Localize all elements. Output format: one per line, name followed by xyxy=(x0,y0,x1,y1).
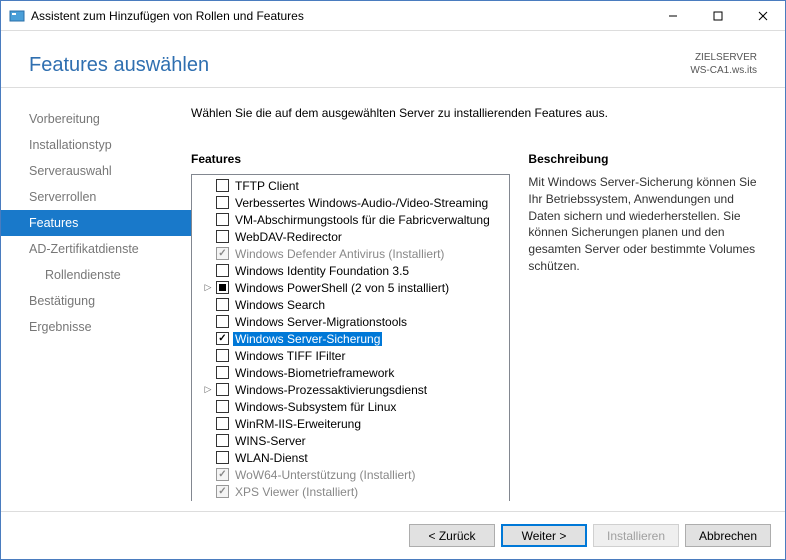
target-server-label: ZIELSERVER xyxy=(690,51,757,64)
feature-row[interactable]: Windows Defender Antivirus (Installiert) xyxy=(192,245,509,262)
feature-label[interactable]: Windows Identity Foundation 3.5 xyxy=(233,264,411,278)
page-title: Features auswählen xyxy=(29,54,209,77)
feature-label[interactable]: Windows-Subsystem für Linux xyxy=(233,400,398,414)
description-column: Beschreibung Mit Windows Server-Sicherun… xyxy=(528,152,765,501)
footer: < Zurück Weiter > Installieren Abbrechen xyxy=(1,511,785,559)
maximize-button[interactable] xyxy=(695,1,740,30)
feature-checkbox[interactable] xyxy=(216,315,229,328)
sidebar-item-vorbereitung[interactable]: Vorbereitung xyxy=(1,106,191,132)
feature-checkbox[interactable] xyxy=(216,179,229,192)
cancel-button[interactable]: Abbrechen xyxy=(685,524,771,547)
features-column: Features TFTP Client Verbessertes Windows… xyxy=(191,152,510,501)
sidebar-item-installationstyp[interactable]: Installationstyp xyxy=(1,132,191,158)
sidebar-item-serverauswahl[interactable]: Serverauswahl xyxy=(1,158,191,184)
feature-row[interactable]: Windows-Subsystem für Linux xyxy=(192,398,509,415)
feature-row[interactable]: WinRM-IIS-Erweiterung xyxy=(192,415,509,432)
feature-row[interactable]: TFTP Client xyxy=(192,177,509,194)
feature-row[interactable]: ▷ Windows-Prozessaktivierungsdienst xyxy=(192,381,509,398)
wizard-window: Assistent zum Hinzufügen von Rollen und … xyxy=(0,0,786,560)
sidebar-item-features[interactable]: Features xyxy=(1,210,191,236)
feature-row[interactable]: WINS-Server xyxy=(192,432,509,449)
feature-checkbox[interactable] xyxy=(216,230,229,243)
feature-checkbox[interactable] xyxy=(216,298,229,311)
feature-label[interactable]: TFTP Client xyxy=(233,179,301,193)
feature-row[interactable]: Verbessertes Windows-Audio-/Video-Stream… xyxy=(192,194,509,211)
feature-label[interactable]: WinRM-IIS-Erweiterung xyxy=(233,417,363,431)
feature-row[interactable]: Windows Search xyxy=(192,296,509,313)
titlebar: Assistent zum Hinzufügen von Rollen und … xyxy=(1,1,785,31)
feature-label[interactable]: WINS-Server xyxy=(233,434,308,448)
feature-checkbox[interactable] xyxy=(216,281,229,294)
feature-checkbox[interactable] xyxy=(216,400,229,413)
feature-checkbox[interactable] xyxy=(216,434,229,447)
feature-label[interactable]: WoW64-Unterstützung (Installiert) xyxy=(233,468,418,482)
feature-label[interactable]: Windows Defender Antivirus (Installiert) xyxy=(233,247,446,261)
feature-label[interactable]: Windows Server-Sicherung xyxy=(233,332,382,346)
feature-row[interactable]: WoW64-Unterstützung (Installiert) xyxy=(192,466,509,483)
feature-row[interactable]: XPS Viewer (Installiert) xyxy=(192,483,509,500)
expand-icon[interactable]: ▷ xyxy=(202,282,214,293)
feature-label[interactable]: Windows PowerShell (2 von 5 installiert) xyxy=(233,281,451,295)
feature-row[interactable]: Windows Identity Foundation 3.5 xyxy=(192,262,509,279)
feature-label[interactable]: Windows-Biometrieframework xyxy=(233,366,396,380)
feature-label[interactable]: Windows Server-Migrationstools xyxy=(233,315,409,329)
feature-checkbox[interactable] xyxy=(216,264,229,277)
sidebar-item-ad-zertifikatdienste[interactable]: AD-Zertifikatdienste xyxy=(1,236,191,262)
install-button: Installieren xyxy=(593,524,679,547)
feature-checkbox[interactable] xyxy=(216,366,229,379)
window-title: Assistent zum Hinzufügen von Rollen und … xyxy=(31,9,650,23)
feature-label[interactable]: Windows-Prozessaktivierungsdienst xyxy=(233,383,429,397)
close-button[interactable] xyxy=(740,1,785,30)
features-list[interactable]: TFTP Client Verbessertes Windows-Audio-/V… xyxy=(192,175,509,501)
next-button[interactable]: Weiter > xyxy=(501,524,587,547)
feature-row[interactable]: Windows-Biometrieframework xyxy=(192,364,509,381)
feature-row[interactable]: WebDAV-Redirector xyxy=(192,228,509,245)
back-button[interactable]: < Zurück xyxy=(409,524,495,547)
feature-label[interactable]: WebDAV-Redirector xyxy=(233,230,344,244)
columns: Features TFTP Client Verbessertes Windows… xyxy=(191,152,765,501)
features-heading: Features xyxy=(191,152,510,166)
sidebar-item-ergebnisse[interactable]: Ergebnisse xyxy=(1,314,191,340)
minimize-button[interactable] xyxy=(650,1,695,30)
feature-label[interactable]: Windows Search xyxy=(233,298,327,312)
feature-row[interactable]: Windows Server-Sicherung xyxy=(192,330,509,347)
feature-row[interactable]: VM-Abschirmungstools für die Fabricverwa… xyxy=(192,211,509,228)
main-content: Wählen Sie die auf dem ausgewählten Serv… xyxy=(191,88,785,511)
feature-checkbox xyxy=(216,485,229,498)
features-listbox[interactable]: TFTP Client Verbessertes Windows-Audio-/V… xyxy=(191,174,510,501)
feature-row[interactable]: Windows TIFF IFilter xyxy=(192,347,509,364)
feature-checkbox xyxy=(216,247,229,260)
sidebar-item-serverrollen[interactable]: Serverrollen xyxy=(1,184,191,210)
sidebar-item-bestaetigung[interactable]: Bestätigung xyxy=(1,288,191,314)
feature-checkbox[interactable] xyxy=(216,451,229,464)
feature-label[interactable]: WLAN-Dienst xyxy=(233,451,310,465)
feature-checkbox[interactable] xyxy=(216,383,229,396)
instruction-text: Wählen Sie die auf dem ausgewählten Serv… xyxy=(191,106,765,120)
description-text: Mit Windows Server-Sicherung können Sie … xyxy=(528,174,765,275)
feature-label[interactable]: VM-Abschirmungstools für die Fabricverwa… xyxy=(233,213,492,227)
feature-row[interactable]: WLAN-Dienst xyxy=(192,449,509,466)
feature-checkbox[interactable] xyxy=(216,213,229,226)
expand-icon[interactable]: ▷ xyxy=(202,384,214,395)
header: Features auswählen ZIELSERVER WS-CA1.ws.… xyxy=(1,31,785,88)
sidebar: VorbereitungInstallationstypServerauswah… xyxy=(1,88,191,511)
feature-checkbox[interactable] xyxy=(216,349,229,362)
feature-label[interactable]: XPS Viewer (Installiert) xyxy=(233,485,360,499)
feature-label[interactable]: Windows TIFF IFilter xyxy=(233,349,347,363)
feature-checkbox[interactable] xyxy=(216,417,229,430)
body: VorbereitungInstallationstypServerauswah… xyxy=(1,88,785,511)
feature-checkbox xyxy=(216,468,229,481)
feature-checkbox[interactable] xyxy=(216,332,229,345)
feature-label[interactable]: Verbessertes Windows-Audio-/Video-Stream… xyxy=(233,196,490,210)
description-heading: Beschreibung xyxy=(528,152,765,166)
app-icon xyxy=(9,8,25,24)
feature-checkbox[interactable] xyxy=(216,196,229,209)
sidebar-item-rollendienste[interactable]: Rollendienste xyxy=(1,262,191,288)
target-server: ZIELSERVER WS-CA1.ws.its xyxy=(690,51,757,77)
feature-row[interactable]: Windows Server-Migrationstools xyxy=(192,313,509,330)
target-server-value: WS-CA1.ws.its xyxy=(690,64,757,77)
feature-row[interactable]: ▷ Windows PowerShell (2 von 5 installiert… xyxy=(192,279,509,296)
